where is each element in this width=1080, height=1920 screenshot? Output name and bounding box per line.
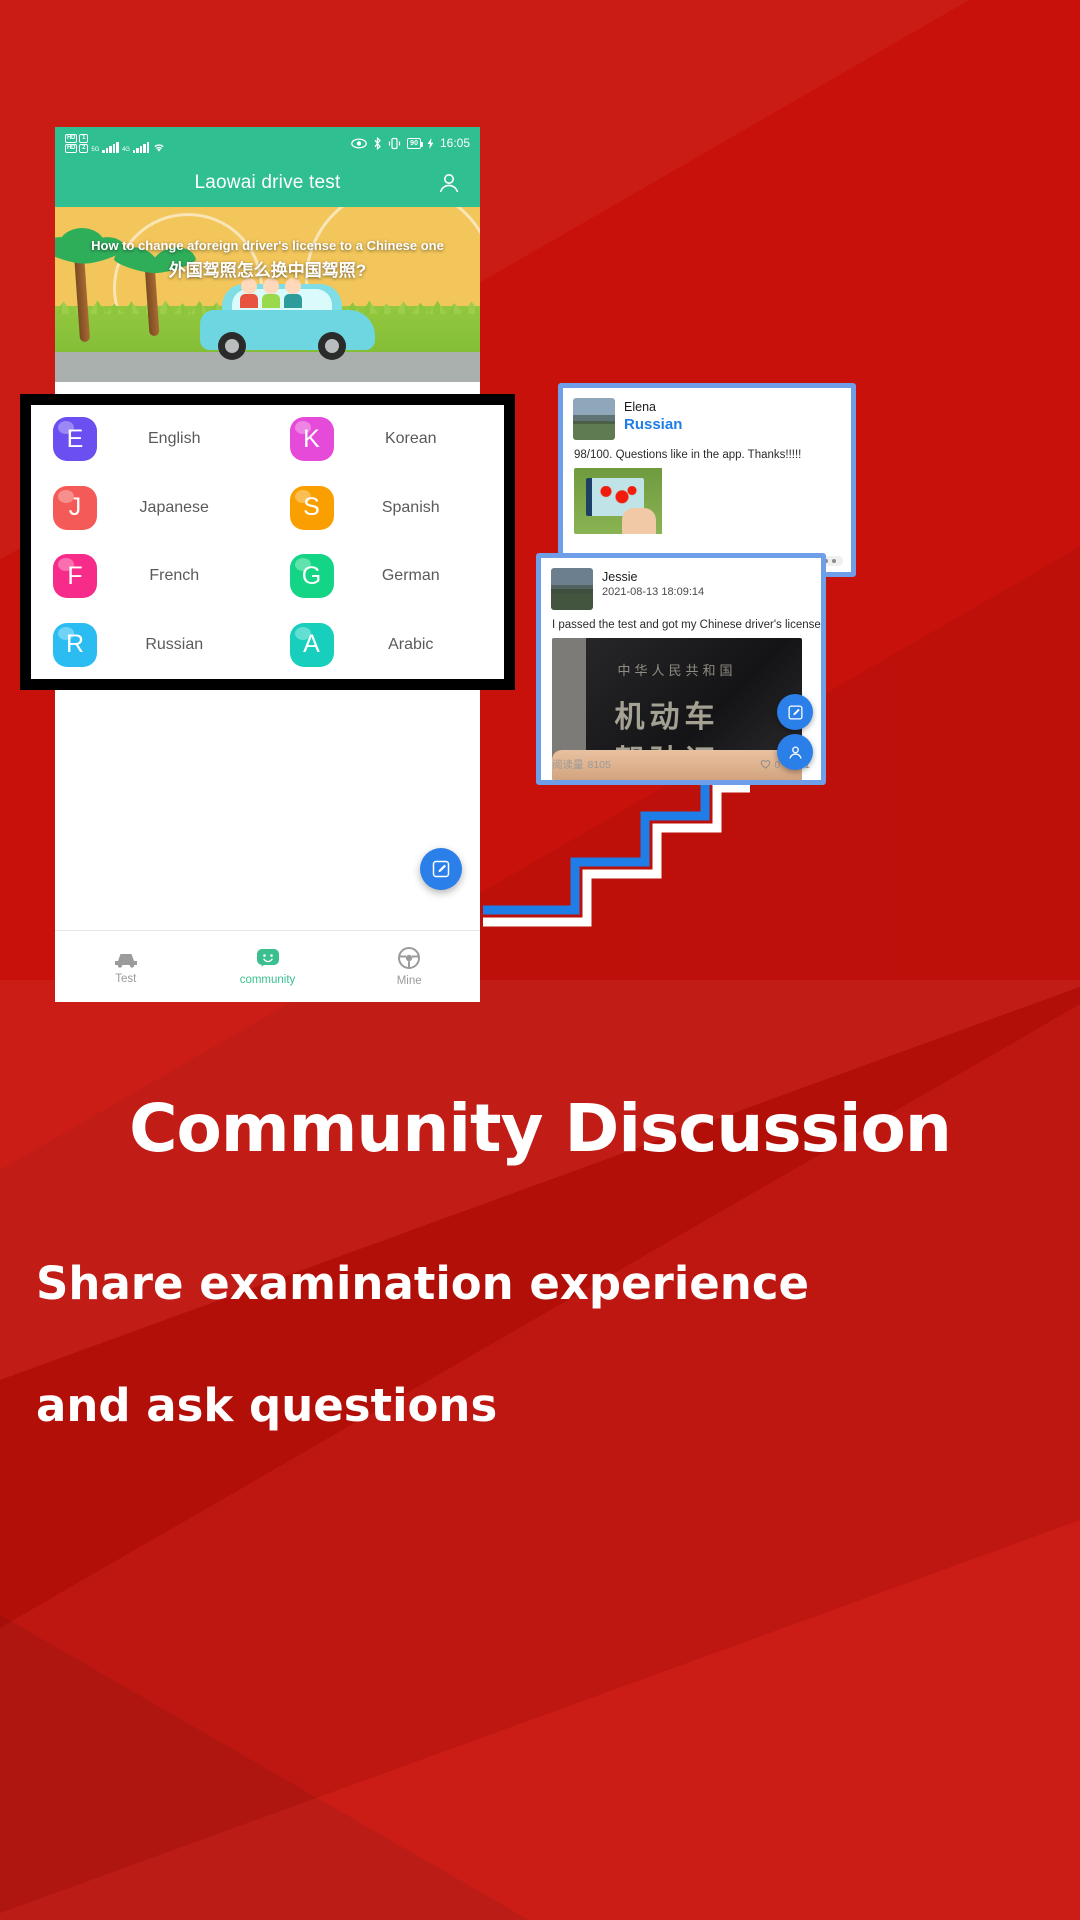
nav-label-community: community xyxy=(239,974,296,986)
signal-bars-icon-2 xyxy=(132,141,150,153)
language-selection-overlay: E English K Korean J Japanese S Spanish … xyxy=(20,394,515,690)
sim-indicators: HD 1 HD 2 xyxy=(65,133,89,153)
language-item-french[interactable]: F French xyxy=(31,542,268,611)
language-label: Spanish xyxy=(381,498,440,516)
car-icon xyxy=(114,954,137,968)
hd-badge-2: HD xyxy=(65,143,78,153)
hd-badge-1: HD xyxy=(65,133,78,143)
card-views-label: 阅读量 xyxy=(552,759,584,771)
page-title: Laowai drive test xyxy=(194,172,341,193)
banner-line-2: 外国驾照怎么换中国驾照? xyxy=(168,261,367,281)
language-badge-icon: E xyxy=(53,417,97,462)
card-body-text: 98/100. Questions like in the app. Thank… xyxy=(574,449,802,461)
card-language-tag: Russian xyxy=(624,416,683,434)
sim-badge-2: 2 xyxy=(79,143,89,153)
status-bar-right: 90 16:05 xyxy=(351,136,470,150)
nav-label-mine: Mine xyxy=(396,975,422,987)
network-type-2: 4G xyxy=(121,146,130,153)
nav-item-test[interactable]: Test xyxy=(55,931,197,1002)
banner-text: How to change aforeign driver's license … xyxy=(55,235,480,286)
drivers-license-photo xyxy=(574,468,662,534)
language-badge-icon: R xyxy=(53,622,97,667)
person-icon[interactable] xyxy=(436,170,462,196)
bluetooth-icon xyxy=(374,136,381,150)
card-author-name: Elena xyxy=(624,400,656,414)
language-label: Russian xyxy=(145,635,204,653)
language-label: Korean xyxy=(384,430,437,448)
language-grid: E English K Korean J Japanese S Spanish … xyxy=(31,405,504,679)
wifi-icon xyxy=(154,143,165,152)
avatar xyxy=(551,568,593,610)
caption-line-2: and ask questions xyxy=(36,1378,498,1432)
language-badge-icon: S xyxy=(289,485,334,530)
caption-title: Community Discussion xyxy=(129,1090,952,1167)
clock: 16:05 xyxy=(439,136,470,150)
steering-wheel-icon xyxy=(398,947,421,969)
card-like-group[interactable]: 0 xyxy=(760,759,780,771)
charging-bolt-icon xyxy=(427,137,434,149)
promo-banner[interactable]: How to change aforeign driver's license … xyxy=(55,207,480,382)
language-label: Arabic xyxy=(388,635,434,653)
network-type-1: 5G xyxy=(91,146,100,153)
language-item-german[interactable]: G German xyxy=(268,542,505,611)
language-badge-icon: K xyxy=(289,417,334,462)
battery-icon: 90 xyxy=(407,137,423,149)
card-header: Jessie 2021-08-13 18:09:14 xyxy=(541,558,821,610)
language-badge-icon: A xyxy=(289,622,334,667)
status-bar-left: HD 1 HD 2 5G 4G xyxy=(65,133,166,153)
card-photo[interactable] xyxy=(574,468,840,534)
card-compose-fab[interactable] xyxy=(777,694,813,730)
language-item-english[interactable]: E English xyxy=(31,405,268,474)
eye-care-icon xyxy=(351,137,368,149)
language-item-arabic[interactable]: A Arabic xyxy=(268,611,505,680)
avatar xyxy=(573,398,615,440)
card-header: Elena Russian xyxy=(563,388,851,440)
sim-badge-1: 1 xyxy=(79,133,89,143)
card-timestamp: 2021-08-13 18:09:14 xyxy=(602,586,705,599)
vibrate-icon xyxy=(389,137,401,149)
card-author-name: Jessie xyxy=(602,570,638,584)
caption-line-1: Share examination experience xyxy=(36,1257,810,1310)
signal-bars-icon-1 xyxy=(102,141,119,153)
card-views-count: 8105 xyxy=(587,758,611,771)
app-header: Laowai drive test xyxy=(55,159,480,207)
language-item-korean[interactable]: K Korean xyxy=(268,405,505,474)
language-item-spanish[interactable]: S Spanish xyxy=(268,474,505,543)
caption-block: Community Discussion Share examination e… xyxy=(0,1090,1080,1466)
heart-icon xyxy=(761,759,771,769)
language-label: English xyxy=(148,430,201,448)
community-card-elena[interactable]: Elena Russian 98/100. Questions like in … xyxy=(558,383,856,577)
card-body-text: I passed the test and got my Chinese dri… xyxy=(552,619,821,631)
community-card-jessie[interactable]: Jessie 2021-08-13 18:09:14 I passed the … xyxy=(536,553,826,785)
language-badge-icon: J xyxy=(53,485,97,530)
language-label: French xyxy=(149,567,200,585)
status-bar: HD 1 HD 2 5G 4G 90 16:05 xyxy=(55,127,480,159)
language-badge-icon: G xyxy=(289,554,334,599)
callout-connector xyxy=(483,771,750,927)
language-item-japanese[interactable]: J Japanese xyxy=(31,474,268,543)
caption-subtitle: Share examination experience and ask que… xyxy=(0,1223,1080,1466)
chat-smile-icon xyxy=(256,949,279,967)
car-illustration xyxy=(200,278,375,360)
language-badge-icon: F xyxy=(53,554,97,599)
nav-item-community[interactable]: community xyxy=(197,931,339,1002)
person-icon xyxy=(788,745,802,759)
nav-label-test: Test xyxy=(115,973,137,985)
compose-icon xyxy=(787,704,803,720)
language-label: Japanese xyxy=(139,498,209,516)
banner-line-1: How to change aforeign driver's license … xyxy=(91,238,444,253)
language-item-russian[interactable]: R Russian xyxy=(31,611,268,680)
card-profile-fab[interactable] xyxy=(777,734,813,770)
compose-icon xyxy=(432,860,450,878)
language-label: German xyxy=(381,567,440,585)
bottom-navigation: Test community Mine xyxy=(55,930,480,1002)
